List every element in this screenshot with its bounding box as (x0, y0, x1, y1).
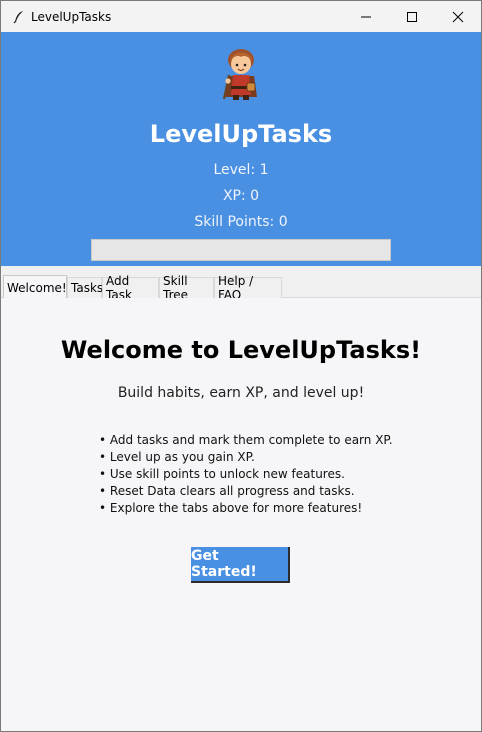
feature-list: • Add tasks and mark them complete to ea… (99, 432, 393, 517)
list-item: • Use skill points to unlock new feature… (99, 467, 345, 481)
adventurer-avatar-icon (215, 45, 267, 101)
tab-help-faq[interactable]: Help / FAQ (214, 274, 282, 302)
level-label: Level: 1 (213, 162, 269, 178)
close-button[interactable] (435, 1, 481, 32)
maximize-icon (407, 11, 417, 22)
xp-label: XP: 0 (222, 188, 260, 204)
xp-progress-bar (91, 239, 391, 261)
tab-add-task[interactable]: Add Task (102, 274, 159, 302)
welcome-subtitle: Build habits, earn XP, and level up! (117, 385, 365, 401)
list-item: • Level up as you gain XP. (99, 450, 255, 464)
welcome-title: Welcome to LevelUpTasks! (60, 336, 422, 364)
window-title: LevelUpTasks (31, 9, 112, 24)
skill-points-label: Skill Points: 0 (194, 214, 288, 230)
profile-header: LevelUpTasks Level: 1 XP: 0 Skill Points… (1, 32, 481, 266)
minimize-button[interactable] (343, 1, 389, 32)
welcome-panel: Welcome to LevelUpTasks! Build habits, e… (1, 298, 481, 731)
list-item: • Add tasks and mark them complete to ea… (99, 433, 393, 447)
tab-welcome[interactable]: Welcome! (3, 275, 67, 299)
minimize-icon (361, 16, 371, 17)
app-name-heading: LevelUpTasks (149, 120, 333, 148)
app-window: LevelUpTasks LevelUpTasks Level: 1 XP: 0… (0, 0, 482, 732)
get-started-button[interactable]: Get Started! (191, 547, 290, 583)
list-item: • Explore the tabs above for more featur… (99, 501, 363, 515)
tab-tasks[interactable]: Tasks (67, 277, 103, 298)
close-icon (452, 11, 464, 22)
feather-icon (11, 9, 27, 25)
maximize-button[interactable] (389, 1, 435, 32)
tab-strip: Welcome! Tasks Add Task Skill Tree Help … (1, 266, 481, 302)
list-item: • Reset Data clears all progress and tas… (99, 484, 355, 498)
tab-skill-tree[interactable]: Skill Tree (159, 274, 214, 302)
title-bar[interactable]: LevelUpTasks (1, 1, 481, 32)
